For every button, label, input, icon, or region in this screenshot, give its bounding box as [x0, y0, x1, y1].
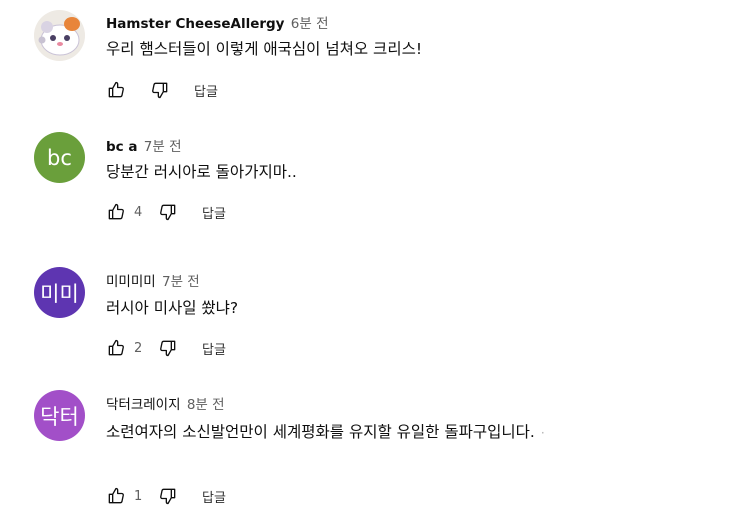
thumbs-down-icon[interactable]: [150, 80, 170, 100]
avatar[interactable]: 미미: [34, 267, 85, 318]
thumbs-down-icon[interactable]: [158, 202, 178, 222]
thumbs-up-icon[interactable]: [106, 80, 126, 100]
comment-header: 미미미미 7분 전: [106, 270, 200, 290]
comment-actions: 답글: [106, 80, 218, 100]
comment-text-body: 소련여자의 소신발언만이 세계평화를 유지할 유일한 돌파구입니다.: [106, 423, 535, 441]
like-count: 2: [134, 340, 143, 356]
author-name[interactable]: bc a: [106, 139, 137, 155]
author-name[interactable]: 미미미미: [106, 274, 156, 290]
reply-button[interactable]: 답글: [202, 203, 226, 222]
comment-thread-item: Hamster CheeseAllergy 6분 전 우리 햄스터들이 이렇게 …: [0, 0, 731, 120]
like-count: 1: [134, 488, 143, 504]
thumbs-down-icon[interactable]: [158, 338, 178, 358]
avatar[interactable]: bc: [34, 132, 85, 183]
ellipsis-dot: ·: [540, 426, 545, 440]
comment-text: 러시아 미사일 쐈냐?: [106, 299, 239, 317]
comment-text: 당분간 러시아로 돌아가지마..: [106, 163, 297, 181]
author-name[interactable]: 닥터크레이지: [106, 397, 181, 413]
like-count: 4: [134, 204, 143, 220]
thumbs-up-icon[interactable]: [106, 338, 126, 358]
timestamp[interactable]: 7분 전: [162, 274, 200, 290]
thumbs-up-icon[interactable]: [106, 202, 126, 222]
reply-button[interactable]: 답글: [194, 81, 218, 100]
comment-thread-item: 미미 미미미미 7분 전 러시아 미사일 쐈냐? 2 답글: [0, 250, 731, 380]
comment-actions: 2 답글: [106, 338, 226, 358]
comment-thread-item: bc bc a 7분 전 당분간 러시아로 돌아가지마.. 4 답글: [0, 120, 731, 250]
avatar-initials: bc: [47, 145, 72, 170]
reply-button[interactable]: 답글: [202, 339, 226, 358]
comment-header: 닥터크레이지 8분 전: [106, 393, 225, 413]
comment-actions: 1 답글: [106, 486, 226, 506]
hamster-avatar-icon: [34, 10, 85, 61]
thumbs-down-icon[interactable]: [158, 486, 178, 506]
thumbs-up-icon[interactable]: [106, 486, 126, 506]
avatar[interactable]: 닥터: [34, 390, 85, 441]
comment-header: bc a 7분 전: [106, 135, 182, 155]
author-name[interactable]: Hamster CheeseAllergy: [106, 16, 284, 32]
timestamp[interactable]: 8분 전: [187, 397, 225, 413]
reply-button[interactable]: 답글: [202, 487, 226, 506]
avatar-initials: 닥터: [40, 404, 79, 429]
comment-header: Hamster CheeseAllergy 6분 전: [106, 12, 329, 32]
timestamp[interactable]: 6분 전: [291, 16, 329, 32]
timestamp[interactable]: 7분 전: [144, 139, 182, 155]
avatar-initials: 미미: [40, 281, 79, 306]
comment-thread-item: 닥터 닥터크레이지 8분 전 소련여자의 소신발언만이 세계평화를 유지할 유일…: [0, 380, 731, 518]
comment-text: 소련여자의 소신발언만이 세계평화를 유지할 유일한 돌파구입니다. ·: [106, 420, 545, 442]
avatar[interactable]: [34, 10, 85, 61]
comment-text: 우리 햄스터들이 이렇게 애국심이 넘쳐오 크리스!: [106, 40, 423, 58]
comment-actions: 4 답글: [106, 202, 226, 222]
